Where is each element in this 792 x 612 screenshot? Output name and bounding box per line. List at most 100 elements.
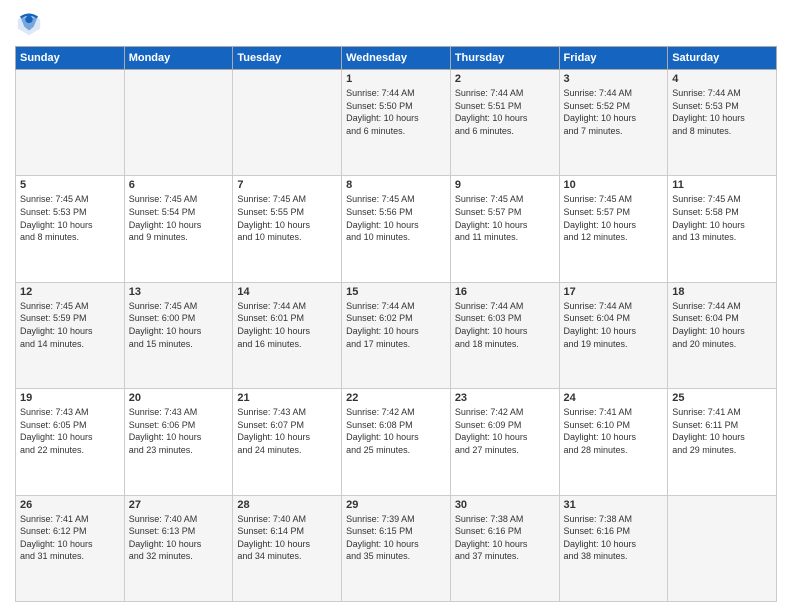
cell-info: Sunrise: 7:45 AM Sunset: 5:59 PM Dayligh… [20,300,120,350]
cell-info: Sunrise: 7:44 AM Sunset: 6:04 PM Dayligh… [564,300,664,350]
day-number: 26 [20,499,120,511]
calendar-cell: 5 Sunrise: 7:45 AM Sunset: 5:53 PM Daylig… [16,176,125,282]
day-number: 30 [455,499,555,511]
cell-info: Sunrise: 7:38 AM Sunset: 6:16 PM Dayligh… [455,513,555,563]
day-header-sunday: Sunday [16,47,125,70]
calendar-cell: 18 Sunrise: 7:44 AM Sunset: 6:04 PM Dayli… [668,282,777,388]
week-row-4: 19 Sunrise: 7:43 AM Sunset: 6:05 PM Dayli… [16,389,777,495]
day-number: 6 [129,179,229,191]
day-number: 7 [237,179,337,191]
day-number: 19 [20,392,120,404]
day-number: 22 [346,392,446,404]
day-number: 5 [20,179,120,191]
day-header-saturday: Saturday [668,47,777,70]
cell-info: Sunrise: 7:43 AM Sunset: 6:05 PM Dayligh… [20,406,120,456]
day-number: 16 [455,286,555,298]
calendar-cell: 29 Sunrise: 7:39 AM Sunset: 6:15 PM Dayli… [342,495,451,601]
cell-info: Sunrise: 7:44 AM Sunset: 5:52 PM Dayligh… [564,87,664,137]
calendar-cell: 24 Sunrise: 7:41 AM Sunset: 6:10 PM Dayli… [559,389,668,495]
day-number: 11 [672,179,772,191]
week-row-3: 12 Sunrise: 7:45 AM Sunset: 5:59 PM Dayli… [16,282,777,388]
cell-info: Sunrise: 7:40 AM Sunset: 6:13 PM Dayligh… [129,513,229,563]
day-number: 13 [129,286,229,298]
cell-info: Sunrise: 7:45 AM Sunset: 5:55 PM Dayligh… [237,193,337,243]
cell-info: Sunrise: 7:41 AM Sunset: 6:11 PM Dayligh… [672,406,772,456]
day-header-wednesday: Wednesday [342,47,451,70]
calendar-cell: 1 Sunrise: 7:44 AM Sunset: 5:50 PM Daylig… [342,70,451,176]
cell-info: Sunrise: 7:42 AM Sunset: 6:08 PM Dayligh… [346,406,446,456]
calendar-cell: 27 Sunrise: 7:40 AM Sunset: 6:13 PM Dayli… [124,495,233,601]
calendar-cell: 4 Sunrise: 7:44 AM Sunset: 5:53 PM Daylig… [668,70,777,176]
cell-info: Sunrise: 7:39 AM Sunset: 6:15 PM Dayligh… [346,513,446,563]
day-header-tuesday: Tuesday [233,47,342,70]
calendar-cell: 17 Sunrise: 7:44 AM Sunset: 6:04 PM Dayli… [559,282,668,388]
cell-info: Sunrise: 7:42 AM Sunset: 6:09 PM Dayligh… [455,406,555,456]
cell-info: Sunrise: 7:44 AM Sunset: 5:50 PM Dayligh… [346,87,446,137]
calendar-cell: 31Sunrise: 7:38 AM Sunset: 6:16 PM Dayli… [559,495,668,601]
calendar-cell: 6 Sunrise: 7:45 AM Sunset: 5:54 PM Daylig… [124,176,233,282]
day-number: 14 [237,286,337,298]
cell-info: Sunrise: 7:43 AM Sunset: 6:06 PM Dayligh… [129,406,229,456]
calendar-cell: 15 Sunrise: 7:44 AM Sunset: 6:02 PM Dayli… [342,282,451,388]
cell-info: Sunrise: 7:41 AM Sunset: 6:10 PM Dayligh… [564,406,664,456]
header-row: SundayMondayTuesdayWednesdayThursdayFrid… [16,47,777,70]
page: SundayMondayTuesdayWednesdayThursdayFrid… [0,0,792,612]
day-number: 9 [455,179,555,191]
cell-info: Sunrise: 7:44 AM Sunset: 6:02 PM Dayligh… [346,300,446,350]
calendar-cell: 13 Sunrise: 7:45 AM Sunset: 6:00 PM Dayli… [124,282,233,388]
cell-info: Sunrise: 7:45 AM Sunset: 6:00 PM Dayligh… [129,300,229,350]
day-number: 18 [672,286,772,298]
day-number: 21 [237,392,337,404]
day-number: 17 [564,286,664,298]
cell-info: Sunrise: 7:45 AM Sunset: 5:53 PM Dayligh… [20,193,120,243]
calendar-cell: 11 Sunrise: 7:45 AM Sunset: 5:58 PM Dayli… [668,176,777,282]
day-number: 10 [564,179,664,191]
calendar-cell: 20 Sunrise: 7:43 AM Sunset: 6:06 PM Dayli… [124,389,233,495]
day-header-friday: Friday [559,47,668,70]
cell-info: Sunrise: 7:44 AM Sunset: 6:01 PM Dayligh… [237,300,337,350]
day-header-monday: Monday [124,47,233,70]
calendar-cell [124,70,233,176]
logo [15,10,47,38]
cell-info: Sunrise: 7:40 AM Sunset: 6:14 PM Dayligh… [237,513,337,563]
day-number: 27 [129,499,229,511]
logo-icon [15,10,43,38]
day-number: 29 [346,499,446,511]
day-number: 3 [564,73,664,85]
calendar-cell: 19 Sunrise: 7:43 AM Sunset: 6:05 PM Dayli… [16,389,125,495]
calendar-cell: 7 Sunrise: 7:45 AM Sunset: 5:55 PM Daylig… [233,176,342,282]
calendar-cell: 28 Sunrise: 7:40 AM Sunset: 6:14 PM Dayli… [233,495,342,601]
calendar-cell: 25 Sunrise: 7:41 AM Sunset: 6:11 PM Dayli… [668,389,777,495]
cell-info: Sunrise: 7:44 AM Sunset: 5:51 PM Dayligh… [455,87,555,137]
calendar-cell: 26Sunrise: 7:41 AM Sunset: 6:12 PM Dayli… [16,495,125,601]
calendar-cell: 3 Sunrise: 7:44 AM Sunset: 5:52 PM Daylig… [559,70,668,176]
cell-info: Sunrise: 7:43 AM Sunset: 6:07 PM Dayligh… [237,406,337,456]
week-row-2: 5 Sunrise: 7:45 AM Sunset: 5:53 PM Daylig… [16,176,777,282]
calendar-cell [233,70,342,176]
calendar-cell: 16Sunrise: 7:44 AM Sunset: 6:03 PM Dayli… [450,282,559,388]
day-number: 23 [455,392,555,404]
calendar-cell: 9 Sunrise: 7:45 AM Sunset: 5:57 PM Daylig… [450,176,559,282]
cell-info: Sunrise: 7:45 AM Sunset: 5:57 PM Dayligh… [564,193,664,243]
day-number: 28 [237,499,337,511]
calendar-cell: 14 Sunrise: 7:44 AM Sunset: 6:01 PM Dayli… [233,282,342,388]
cell-info: Sunrise: 7:44 AM Sunset: 6:04 PM Dayligh… [672,300,772,350]
calendar-cell: 21 Sunrise: 7:43 AM Sunset: 6:07 PM Dayli… [233,389,342,495]
calendar-cell: 2Sunrise: 7:44 AM Sunset: 5:51 PM Daylig… [450,70,559,176]
cell-info: Sunrise: 7:38 AM Sunset: 6:16 PM Dayligh… [564,513,664,563]
calendar-table: SundayMondayTuesdayWednesdayThursdayFrid… [15,46,777,602]
day-number: 25 [672,392,772,404]
day-number: 15 [346,286,446,298]
day-number: 4 [672,73,772,85]
day-number: 1 [346,73,446,85]
cell-info: Sunrise: 7:45 AM Sunset: 5:54 PM Dayligh… [129,193,229,243]
week-row-5: 26Sunrise: 7:41 AM Sunset: 6:12 PM Dayli… [16,495,777,601]
day-number: 20 [129,392,229,404]
day-number: 24 [564,392,664,404]
day-number: 12 [20,286,120,298]
cell-info: Sunrise: 7:45 AM Sunset: 5:57 PM Dayligh… [455,193,555,243]
day-number: 8 [346,179,446,191]
calendar-cell [16,70,125,176]
cell-info: Sunrise: 7:45 AM Sunset: 5:58 PM Dayligh… [672,193,772,243]
cell-info: Sunrise: 7:44 AM Sunset: 5:53 PM Dayligh… [672,87,772,137]
